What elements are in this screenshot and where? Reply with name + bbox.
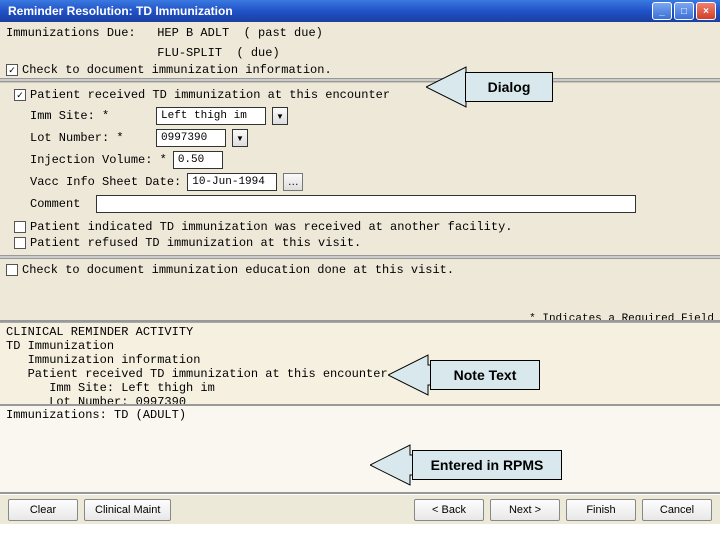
- callout-rpms: Entered in RPMS: [412, 450, 562, 480]
- chk-other-facility[interactable]: [14, 221, 26, 233]
- dialog-content: Immunizations Due: HEP B ADLT ( past due…: [0, 22, 720, 322]
- imm-site-row: Imm Site: * ▼: [30, 107, 714, 125]
- title-bar: Reminder Resolution: TD Immunization _ □…: [0, 0, 720, 22]
- chk-refused-label: Patient refused TD immunization at this …: [30, 236, 361, 250]
- imm-site-dropdown-icon[interactable]: ▼: [272, 107, 288, 125]
- imm-site-field[interactable]: [156, 107, 266, 125]
- ca-l4: Imm Site: Left thigh im: [6, 381, 714, 395]
- window-controls: _ □ ×: [652, 2, 716, 20]
- immunizations-due-line1: Immunizations Due: HEP B ADLT ( past due…: [0, 22, 720, 42]
- check-document-info-row: Check to document immunization informati…: [0, 62, 720, 78]
- lot-label: Lot Number: *: [30, 131, 150, 145]
- ca-l1: TD Immunization: [6, 339, 714, 353]
- window-title: Reminder Resolution: TD Immunization: [4, 4, 652, 18]
- chk-other-label: Patient indicated TD immunization was re…: [30, 220, 512, 234]
- ca-heading: CLINICAL REMINDER ACTIVITY: [6, 325, 714, 339]
- chk-received[interactable]: [14, 89, 26, 101]
- encounter-panel: Patient received TD immunization at this…: [0, 82, 720, 255]
- callout-note: Note Text: [430, 360, 540, 390]
- comment-row: Comment: [30, 195, 714, 213]
- date-label: Vacc Info Sheet Date:: [30, 175, 181, 189]
- immunizations-due-line2: FLU-SPLIT ( due): [0, 42, 720, 62]
- chk-refused-row: Patient refused TD immunization at this …: [8, 235, 714, 251]
- vol-label: Injection Volume: *: [30, 153, 167, 167]
- minimize-button[interactable]: _: [652, 2, 672, 20]
- imm-site-label: Imm Site: *: [30, 109, 150, 123]
- cancel-button[interactable]: Cancel: [642, 499, 712, 521]
- clinical-maint-button[interactable]: Clinical Maint: [84, 499, 171, 521]
- chk-refused[interactable]: [14, 237, 26, 249]
- chk-received-label: Patient received TD immunization at this…: [30, 88, 390, 102]
- vol-field[interactable]: [173, 151, 223, 169]
- comment-label: Comment: [30, 197, 90, 211]
- vol-row: Injection Volume: *: [30, 151, 714, 169]
- next-button[interactable]: Next >: [490, 499, 560, 521]
- clear-button[interactable]: Clear: [8, 499, 78, 521]
- clinical-activity-panel: CLINICAL REMINDER ACTIVITY TD Immunizati…: [0, 322, 720, 406]
- maximize-button[interactable]: □: [674, 2, 694, 20]
- ca-l2: Immunization information: [6, 353, 714, 367]
- ca-l5: Lot Number: 0997390: [6, 395, 714, 406]
- date-row: Vacc Info Sheet Date: …: [30, 173, 714, 191]
- check-document-info-label: Check to document immunization informati…: [22, 63, 332, 77]
- lot-dropdown-icon[interactable]: ▼: [232, 129, 248, 147]
- rpms-panel: Immunizations: TD (ADULT): [0, 406, 720, 494]
- back-button[interactable]: < Back: [414, 499, 484, 521]
- chk-other-row: Patient indicated TD immunization was re…: [8, 219, 714, 235]
- required-note: * Indicates a Required Field: [0, 311, 720, 322]
- button-bar: Clear Clinical Maint < Back Next > Finis…: [0, 494, 720, 524]
- check-document-info[interactable]: [6, 64, 18, 76]
- comment-field[interactable]: [96, 195, 636, 213]
- lot-row: Lot Number: * ▼: [30, 129, 714, 147]
- date-picker-button[interactable]: …: [283, 173, 303, 191]
- chk-education[interactable]: [6, 264, 18, 276]
- lot-field[interactable]: [156, 129, 226, 147]
- chk-education-label: Check to document immunization education…: [22, 263, 454, 277]
- chk-edu-row: Check to document immunization education…: [0, 259, 720, 281]
- ca-l3: Patient received TD immunization at this…: [6, 367, 714, 381]
- callout-dialog: Dialog: [465, 72, 553, 102]
- finish-button[interactable]: Finish: [566, 499, 636, 521]
- rpms-heading: Immunizations: TD (ADULT): [6, 408, 714, 422]
- date-field[interactable]: [187, 173, 277, 191]
- close-button[interactable]: ×: [696, 2, 716, 20]
- chk-received-row: Patient received TD immunization at this…: [8, 87, 714, 103]
